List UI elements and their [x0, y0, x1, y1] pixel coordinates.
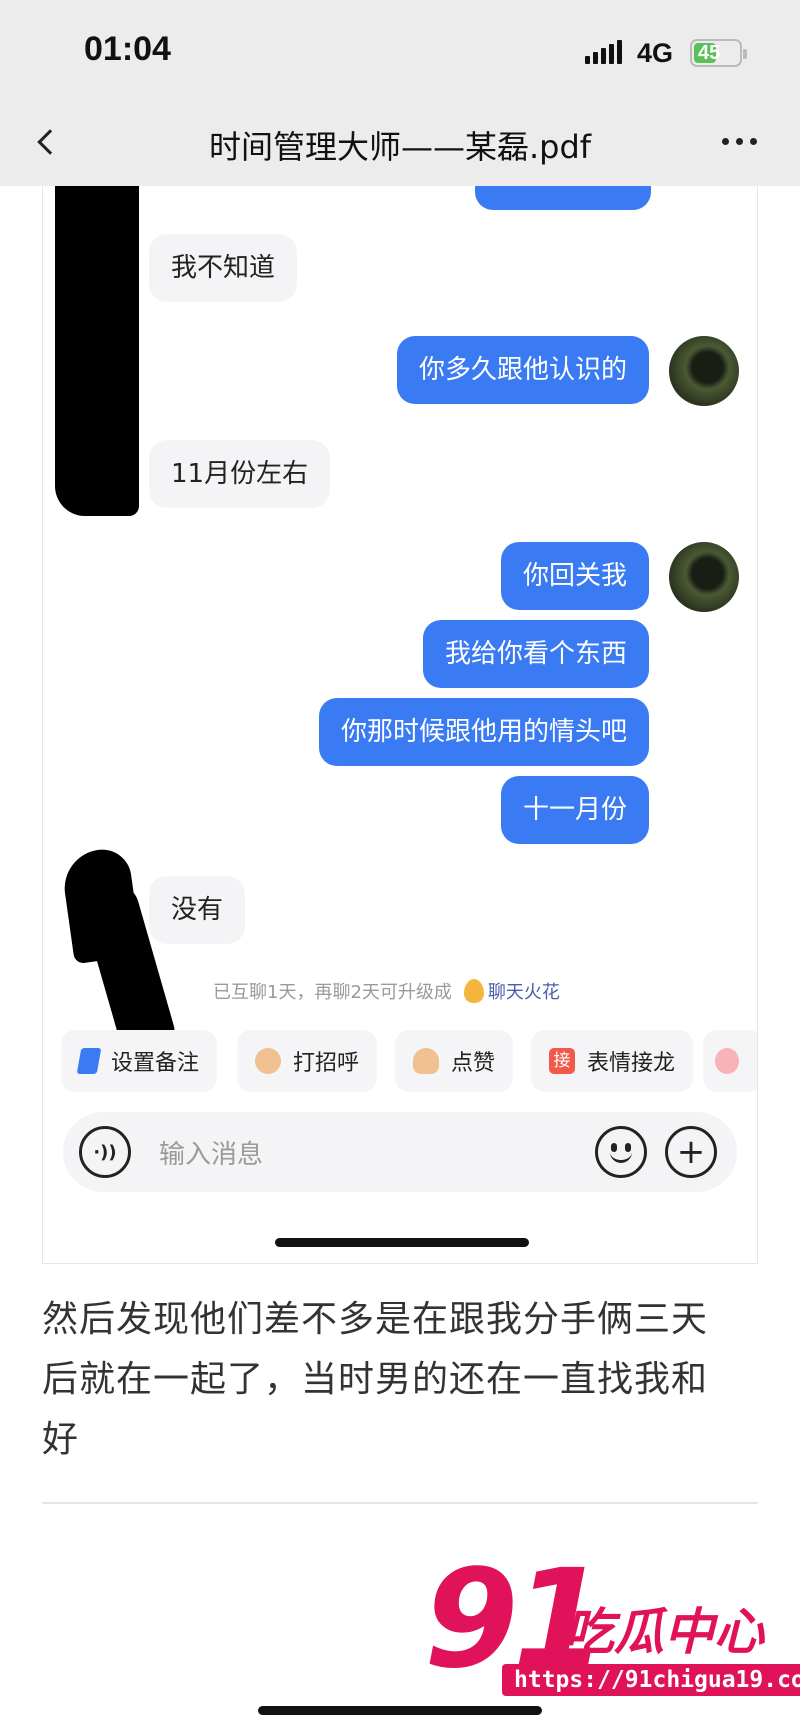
pencil-icon [76, 1048, 102, 1074]
message-bubble: 你多久跟他认识的 [396, 336, 649, 404]
more-button[interactable] [722, 138, 757, 145]
remark-label: 设置备注 [111, 1051, 200, 1076]
partial-bubble [475, 186, 651, 210]
page-title: 时间管理大师——某磊.pdf [208, 128, 592, 166]
quick-actions: 设置备注 打招呼 点赞 接 表情接龙 [61, 1030, 757, 1094]
remark-button[interactable]: 设置备注 [61, 1030, 218, 1092]
network-label: 4G [637, 38, 674, 68]
message-bubble: 十一月份 [500, 776, 649, 844]
mascot-icon [715, 1048, 739, 1074]
home-indicator [275, 1238, 529, 1247]
screen: 01:04 4G 45 时间管理大师——某磊.pdf 我不知道 你多久跟他认识的… [0, 0, 800, 1732]
message-bubble: 没有 [149, 876, 246, 944]
message-input[interactable]: 输入消息 [159, 1134, 263, 1171]
greet-button[interactable]: 打招呼 [237, 1030, 378, 1092]
chat-screenshot: 我不知道 你多久跟他认识的 11月份左右 你回关我 我给你看个东西 你那时候跟他… [42, 186, 758, 1264]
voice-button[interactable]: ·)) [79, 1126, 131, 1178]
message-bubble: 你回关我 [500, 542, 649, 610]
avatar[interactable] [669, 542, 739, 612]
smile-icon [610, 1151, 632, 1163]
message-bubble: 我不知道 [149, 234, 298, 302]
greet-label: 打招呼 [293, 1051, 360, 1076]
battery-cap [743, 49, 747, 59]
redaction-block [55, 186, 139, 516]
plus-button[interactable]: + [665, 1126, 717, 1178]
back-button[interactable] [30, 120, 70, 164]
like-label: 点赞 [451, 1051, 496, 1076]
emoji-button[interactable] [595, 1126, 647, 1178]
avatar[interactable] [669, 336, 739, 406]
thumbs-up-icon [413, 1048, 439, 1074]
chat-spark-hint: 已互聊1天，再聊2天可升级成 聊天火花 [213, 978, 560, 1004]
hint-text: 已互聊1天，再聊2天可升级成 [213, 982, 452, 1003]
message-input-bar: ·)) 输入消息 + [63, 1112, 737, 1192]
watermark: 91 吃瓜中心 https://91chigua19.com [424, 1552, 800, 1706]
more-action-chip[interactable] [703, 1030, 757, 1092]
divider [42, 1502, 758, 1504]
nav-bar: 时间管理大师——某磊.pdf [0, 100, 800, 186]
wave-hand-icon [255, 1048, 281, 1074]
spark-link[interactable]: 聊天火花 [488, 982, 560, 1003]
home-indicator [258, 1706, 542, 1715]
fire-icon [463, 979, 484, 1003]
signal-icon [585, 40, 622, 64]
status-bar: 01:04 4G 45 [0, 0, 800, 100]
like-button[interactable]: 点赞 [395, 1030, 514, 1092]
message-bubble: 11月份左右 [149, 440, 331, 508]
jie-badge-icon: 接 [549, 1048, 575, 1074]
battery-icon: 45 [690, 39, 747, 67]
message-bubble: 我给你看个东西 [422, 620, 649, 688]
watermark-url: https://91chigua19.com [502, 1664, 800, 1696]
status-time: 01:04 [84, 30, 171, 68]
message-bubble: 你那时候跟他用的情头吧 [318, 698, 649, 766]
sound-wave-icon: ·)) [93, 1141, 117, 1163]
chevron-left-icon [37, 129, 63, 155]
document-caption: 然后发现他们差不多是在跟我分手俩三天后就在一起了，当时男的还在一直找我和好 [42, 1299, 709, 1460]
emoji-relay-button[interactable]: 接 表情接龙 [531, 1030, 694, 1092]
watermark-text: 吃瓜中心 [564, 1603, 764, 1661]
battery-level: 45 [698, 42, 721, 64]
emoji-relay-label: 表情接龙 [587, 1051, 676, 1076]
